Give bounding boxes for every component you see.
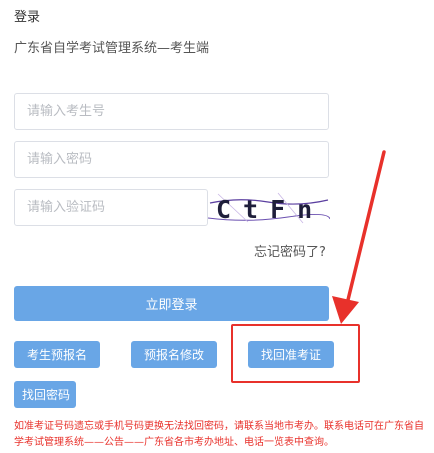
captcha-input[interactable] xyxy=(15,190,207,225)
page-title: 登录 xyxy=(14,10,41,25)
forgot-password-link[interactable]: 忘记密码了? xyxy=(254,241,326,260)
modify-pre-register-button[interactable]: 预报名修改 xyxy=(131,341,217,368)
password-input[interactable] xyxy=(15,142,328,177)
pre-register-button[interactable]: 考生预报名 xyxy=(14,341,100,368)
password-field xyxy=(14,141,329,178)
login-button[interactable]: 立即登录 xyxy=(14,286,329,321)
captcha-text: CtFn xyxy=(216,195,324,224)
annotation-arrow-icon xyxy=(332,150,386,324)
captcha-image[interactable]: CtFn xyxy=(208,191,330,225)
system-subtitle: 广东省自学考试管理系统—考生端 xyxy=(14,41,210,56)
candidate-id-field xyxy=(14,93,329,130)
captcha-field xyxy=(14,189,208,226)
annotation-highlight-box xyxy=(231,324,360,383)
notice-text: 如准考证号码遗忘或手机号码更换无法找回密码，请联系当地市考办。联系电话可在广东省… xyxy=(14,421,424,448)
retrieve-password-button[interactable]: 找回密码 xyxy=(14,381,76,408)
candidate-id-input[interactable] xyxy=(15,94,328,129)
